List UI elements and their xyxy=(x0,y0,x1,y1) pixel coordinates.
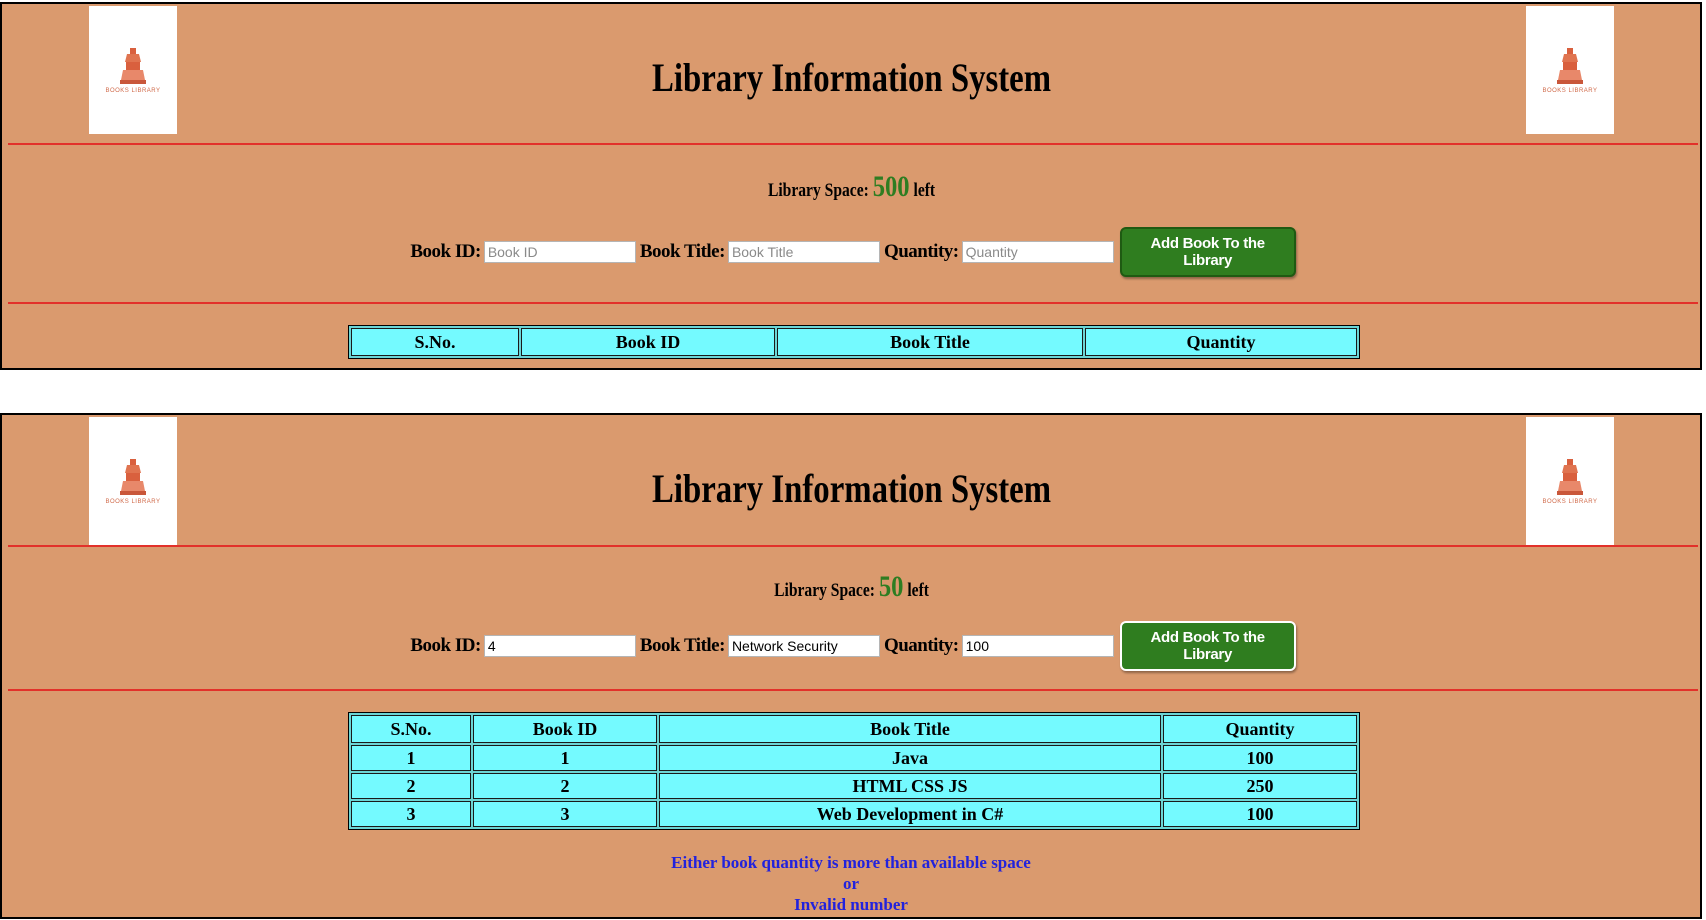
page-title: Library Information System xyxy=(652,55,1052,100)
header-quantity: Quantity xyxy=(1085,328,1357,356)
cell-sno: 3 xyxy=(351,801,471,827)
header-book-id: Book ID xyxy=(473,715,657,743)
library-panel-error: BOOKS LIBRARY BOOKS LIBRARY Library Info… xyxy=(0,413,1702,919)
library-space: Library Space: 50 left xyxy=(155,570,1547,604)
cell-sno: 1 xyxy=(351,745,471,771)
table-row: 3 3 Web Development in C# 100 xyxy=(351,801,1357,827)
divider xyxy=(8,545,1698,547)
page-title: Library Information System xyxy=(652,466,1052,511)
header-book-title: Book Title xyxy=(659,715,1161,743)
book-title-input[interactable] xyxy=(727,635,880,657)
library-panel-empty: BOOKS LIBRARY BOOKS LIBRARY Library Info… xyxy=(0,2,1702,370)
add-book-button[interactable]: Add Book To the Library xyxy=(1119,227,1296,277)
header-sno: S.No. xyxy=(351,715,471,743)
library-space-value: 500 xyxy=(872,170,910,203)
header-book-id: Book ID xyxy=(521,328,775,356)
book-title-input[interactable] xyxy=(727,241,880,263)
library-space-label: Library Space: xyxy=(767,180,869,201)
quantity-input[interactable] xyxy=(961,241,1114,263)
header-sno: S.No. xyxy=(351,328,519,356)
cell-book-id: 1 xyxy=(473,745,657,771)
error-message-line: Either book quantity is more than availa… xyxy=(671,853,1031,872)
error-message-line: Invalid number xyxy=(794,895,908,914)
cell-quantity: 100 xyxy=(1163,801,1357,827)
logo-text: BOOKS LIBRARY xyxy=(105,499,161,505)
cell-quantity: 250 xyxy=(1163,773,1357,799)
book-title-label: Book Title: xyxy=(639,635,726,656)
header-book-title: Book Title xyxy=(777,328,1083,356)
cell-book-title: Web Development in C# xyxy=(659,801,1161,827)
divider xyxy=(8,143,1698,145)
table-header-row: S.No. Book ID Book Title Quantity xyxy=(351,328,1357,356)
book-id-label: Book ID: xyxy=(410,241,481,262)
divider xyxy=(8,689,1698,691)
cell-quantity: 100 xyxy=(1163,745,1357,771)
table-row: 1 1 Java 100 xyxy=(351,745,1357,771)
add-book-form: Book ID: Book Title: Quantity: Add Book … xyxy=(2,227,1700,277)
library-space-label: Library Space: xyxy=(774,580,875,601)
quantity-label: Quantity: xyxy=(883,241,959,262)
tower-logo-icon xyxy=(120,459,146,495)
error-message-line: or xyxy=(842,874,860,893)
cell-sno: 2 xyxy=(351,773,471,799)
logo-text: BOOKS LIBRARY xyxy=(1542,88,1598,94)
books-table: S.No. Book ID Book Title Quantity 1 1 Java… xyxy=(348,712,1360,830)
add-book-button[interactable]: Add Book To the Library xyxy=(1119,621,1296,671)
books-table: S.No. Book ID Book Title Quantity xyxy=(348,325,1360,359)
quantity-input[interactable] xyxy=(961,635,1114,657)
error-message: Either book quantity is more than availa… xyxy=(2,852,1700,915)
logo-text: BOOKS LIBRARY xyxy=(105,88,161,94)
book-id-input[interactable] xyxy=(483,241,636,263)
cell-book-title: Java xyxy=(659,745,1161,771)
tower-logo-icon xyxy=(1557,459,1583,495)
logo-text: BOOKS LIBRARY xyxy=(1542,499,1598,505)
book-id-input[interactable] xyxy=(483,635,636,657)
cell-book-id: 2 xyxy=(473,773,657,799)
library-space-value: 50 xyxy=(878,570,904,603)
table-row: 2 2 HTML CSS JS 250 xyxy=(351,773,1357,799)
cell-book-id: 3 xyxy=(473,801,657,827)
book-title-label: Book Title: xyxy=(639,241,726,262)
library-space: Library Space: 500 left xyxy=(155,170,1547,204)
divider xyxy=(8,302,1698,304)
header-quantity: Quantity xyxy=(1163,715,1357,743)
book-id-label: Book ID: xyxy=(410,635,481,656)
add-book-form: Book ID: Book Title: Quantity: Add Book … xyxy=(2,621,1700,671)
cell-book-title: HTML CSS JS xyxy=(659,773,1161,799)
tower-logo-icon xyxy=(120,48,146,84)
library-space-suffix: left xyxy=(907,580,929,601)
quantity-label: Quantity: xyxy=(883,635,959,656)
table-header-row: S.No. Book ID Book Title Quantity xyxy=(351,715,1357,743)
library-space-suffix: left xyxy=(913,180,936,201)
tower-logo-icon xyxy=(1557,48,1583,84)
